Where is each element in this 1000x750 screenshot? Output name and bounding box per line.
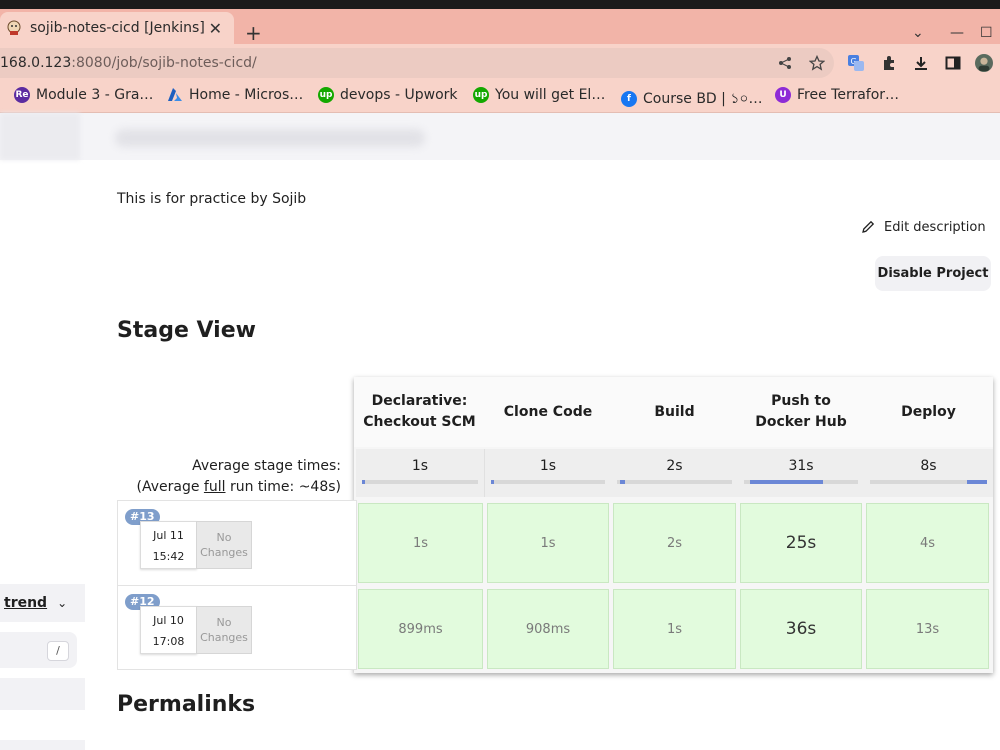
stage-cell-success[interactable]: 1s [613,589,736,669]
new-tab-icon[interactable]: + [245,23,262,43]
avg-time-cell: 2s [611,449,739,497]
changes-indicator: No Changes [196,521,252,569]
stage-header-build: Build [611,377,739,447]
azure-icon [167,87,183,103]
re-icon: Re [14,87,30,103]
blurred-job-title [115,129,425,147]
jenkins-page-header [0,113,1000,160]
translate-extension-icon[interactable]: G [847,54,865,72]
sidebar-panel [0,740,85,750]
trend-link[interactable]: trend [4,595,47,611]
build-filter-input[interactable]: / [0,632,77,668]
avg-time-cell: 8s [864,449,993,497]
avg-time-cell: 1s [356,449,485,497]
sidebar-panel [0,678,85,710]
udemy-icon: U [775,87,791,103]
build-row-12[interactable]: #12 Jul 10 17:08 No Changes [117,585,357,670]
bookmarks-bar: Re Module 3 - Gra… Home - Micros… up dev… [0,82,1000,113]
avg-progress-bar [870,480,987,484]
changes-indicator: No Changes [196,606,252,654]
bookmark-label: Module 3 - Gra… [36,87,154,103]
profile-avatar-icon[interactable] [975,54,993,72]
permalinks-heading: Permalinks [117,692,256,717]
bookmark-label: Home - Micros… [189,87,304,103]
bookmark-label: devops - Upwork [340,87,458,103]
url-text[interactable]: 168.0.123:8080/job/sojib-notes-cicd/ [0,55,257,71]
stage-cell-success[interactable]: 4s [866,503,989,583]
tab-search-icon[interactable]: ⌄ [912,25,924,41]
stage-cell-success[interactable]: 899ms [358,589,483,669]
stage-header-clone-code: Clone Code [485,377,612,447]
full-run-time-link[interactable]: full [204,479,226,495]
minimize-icon[interactable]: — [950,25,964,41]
avg-progress-bar [362,480,478,484]
bookmark-star-icon[interactable] [808,54,826,72]
blurred-breadcrumb [0,113,80,160]
avg-time-cell: 1s [485,449,612,497]
avg-progress-bar [744,480,858,484]
edit-description-label: Edit description [884,219,986,235]
stage-cell-success[interactable]: 36s [740,589,862,669]
bookmark-label: Course BD | ১০… [643,91,763,107]
build-history-trend[interactable]: trend ⌄ [0,584,85,622]
keyboard-shortcut-hint: / [47,641,69,661]
facebook-icon: f [621,91,637,107]
stage-header-deploy: Deploy [864,377,993,447]
os-top-bar [0,0,1000,9]
browser-tab-active[interactable]: sojib-notes-cicd [Jenkins] ✕ [0,12,234,44]
close-tab-icon[interactable]: ✕ [209,19,222,38]
side-panel-icon[interactable] [944,54,962,72]
stage-view-heading: Stage View [117,318,256,343]
maximize-icon[interactable]: ☐ [980,25,993,41]
bookmark-label: You will get El… [495,87,606,103]
address-bar[interactable]: 168.0.123:8080/job/sojib-notes-cicd/ [0,48,834,78]
stage-cell-success[interactable]: 2s [613,503,736,583]
browser-tabstrip: sojib-notes-cicd [Jenkins] ✕ + ⌄ — ☐ [0,9,1000,44]
bookmark-item[interactable]: Home - Micros… [167,87,303,103]
tab-title: sojib-notes-cicd [Jenkins] [30,20,205,36]
stage-cell-success[interactable]: 908ms [487,589,609,669]
jenkins-favicon-icon [6,20,22,36]
bookmark-item[interactable]: up You will get El… [473,87,605,103]
bookmark-label: Free Terrafor… [797,87,900,103]
upwork-icon: up [318,87,334,103]
job-description: This is for practice by Sojib [117,191,307,207]
stage-cell-success[interactable]: 1s [358,503,483,583]
bookmark-item[interactable]: U Free Terrafor… [775,87,899,103]
stage-header-checkout-scm: Declarative: Checkout SCM [354,377,486,447]
avg-progress-bar [491,480,605,484]
browser-toolbar: 168.0.123:8080/job/sojib-notes-cicd/ G [0,44,1000,82]
build-timestamp: Jul 10 17:08 [140,606,197,654]
share-icon[interactable] [776,54,794,72]
stage-header-push-docker-hub: Push to Docker Hub [738,377,865,447]
extensions-icon[interactable] [880,54,898,72]
avg-progress-bar [617,480,732,484]
disable-project-button[interactable]: Disable Project [875,256,991,291]
bookmark-item[interactable]: f Course BD | ১০… [621,87,763,111]
stage-cell-success[interactable]: 25s [740,503,862,583]
avg-time-cell: 31s [738,449,865,497]
upwork-icon: up [473,87,489,103]
stage-cell-success[interactable]: 13s [866,589,989,669]
download-icon[interactable] [912,54,930,72]
bookmark-item[interactable]: up devops - Upwork [318,87,458,103]
chevron-down-icon[interactable]: ⌄ [57,596,67,610]
stage-cell-success[interactable]: 1s [487,503,609,583]
pencil-icon [862,220,875,233]
build-row-13[interactable]: #13 Jul 11 15:42 No Changes [117,500,357,587]
average-stage-times-label: Average stage times: (Average full run t… [136,458,342,495]
edit-description-link[interactable]: Edit description [860,219,986,235]
bookmark-item[interactable]: Re Module 3 - Gra… [14,87,153,103]
build-timestamp: Jul 11 15:42 [140,521,197,569]
